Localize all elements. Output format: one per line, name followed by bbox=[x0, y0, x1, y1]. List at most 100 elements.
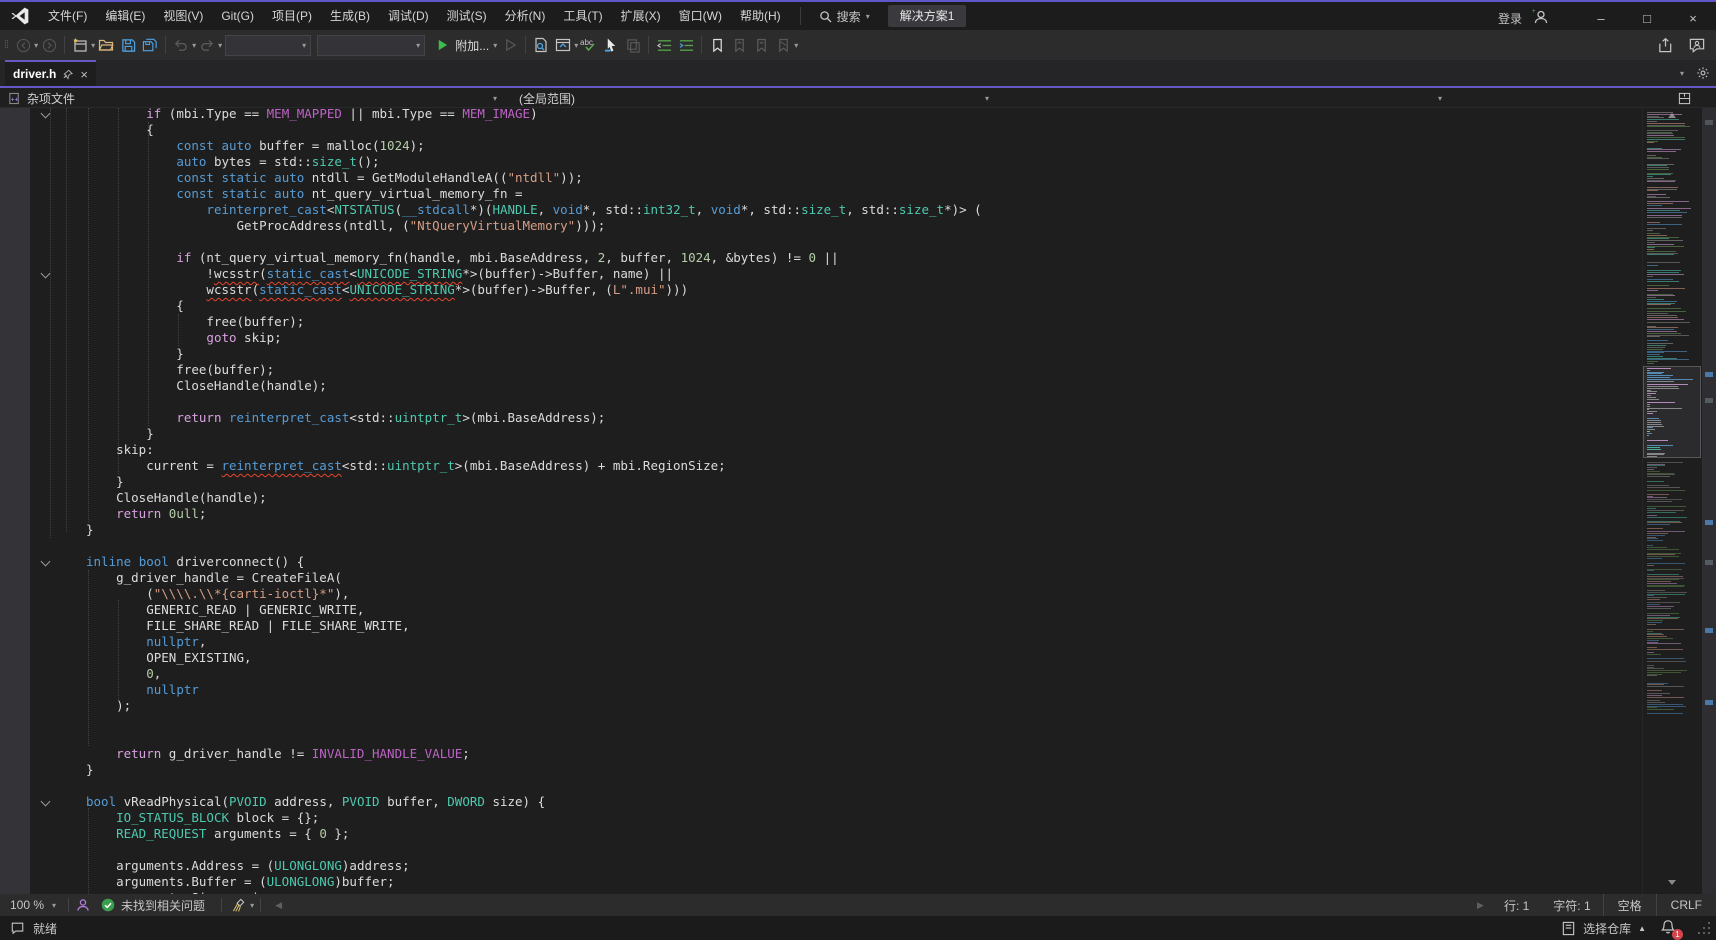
code-line bbox=[86, 394, 982, 410]
status-message-icon bbox=[10, 921, 25, 935]
code-content[interactable]: if (mbi.Type == MEM_MAPPED || mbi.Type =… bbox=[0, 108, 982, 894]
code-line bbox=[86, 714, 982, 730]
code-cleanup-caret-icon[interactable]: ▾ bbox=[250, 901, 254, 910]
bookmark-previous-icon[interactable] bbox=[728, 33, 750, 57]
menu-item-8[interactable]: 分析(N) bbox=[496, 5, 555, 27]
feedback-icon[interactable] bbox=[1688, 37, 1706, 54]
whitespace-mode-indicator[interactable]: 空格 bbox=[1603, 894, 1656, 916]
menu-item-3[interactable]: Git(G) bbox=[212, 5, 263, 27]
tab-close-icon[interactable]: × bbox=[80, 67, 88, 82]
annotation-mark[interactable] bbox=[1705, 372, 1713, 377]
repository-caret-up-icon: ▲ bbox=[1638, 924, 1646, 933]
bookmark-next-icon[interactable] bbox=[750, 33, 772, 57]
annotation-mark[interactable] bbox=[1705, 560, 1713, 565]
horizontal-scrollbar[interactable] bbox=[290, 894, 1469, 916]
document-options-gear-icon[interactable] bbox=[1696, 66, 1710, 80]
sign-in-button[interactable]: 登录 bbox=[1498, 10, 1522, 27]
code-line: current = reinterpret_cast<std::uintptr_… bbox=[86, 458, 982, 474]
selection-pointer-icon[interactable] bbox=[600, 33, 622, 57]
start-without-debug-icon[interactable] bbox=[499, 33, 521, 57]
menu-item-10[interactable]: 扩展(X) bbox=[612, 5, 670, 27]
save-icon[interactable] bbox=[117, 33, 139, 57]
copy-lines-icon[interactable] bbox=[622, 33, 644, 57]
start-debug-button[interactable]: 附加... ▾ bbox=[434, 33, 499, 57]
line-ending-indicator[interactable]: CRLF bbox=[1656, 894, 1716, 916]
annotation-mark[interactable] bbox=[1705, 700, 1713, 705]
spell-check-icon[interactable]: abc bbox=[578, 33, 600, 57]
zoom-selector[interactable]: 100 % ▾ bbox=[0, 894, 62, 916]
solution-config-combobox[interactable]: ▾ bbox=[225, 35, 311, 56]
document-health-indicator[interactable]: 未找到相关问题 bbox=[91, 897, 215, 914]
toolbar-separator bbox=[165, 36, 166, 54]
menu-item-1[interactable]: 编辑(E) bbox=[96, 5, 154, 27]
code-line: GENERIC_READ | GENERIC_WRITE, bbox=[86, 602, 982, 618]
hscroll-left-icon[interactable]: ◀ bbox=[267, 900, 290, 911]
share-icon[interactable] bbox=[1657, 37, 1674, 54]
solution-badge[interactable]: 解决方案1 bbox=[888, 5, 967, 27]
scroll-down-icon[interactable] bbox=[1668, 880, 1676, 885]
code-line: const static auto ntdll = GetModuleHandl… bbox=[86, 170, 982, 186]
minimap-scrollbar[interactable] bbox=[1642, 108, 1700, 894]
indent-decrease-icon[interactable] bbox=[653, 33, 675, 57]
cursor-column-indicator[interactable]: 字符: 1 bbox=[1541, 897, 1602, 914]
bookmark-clear-icon[interactable] bbox=[772, 33, 794, 57]
code-line: return g_driver_handle != INVALID_HANDLE… bbox=[86, 746, 982, 762]
code-editor[interactable]: if (mbi.Type == MEM_MAPPED || mbi.Type =… bbox=[0, 108, 1716, 894]
bookmark-toggle-icon[interactable] bbox=[706, 33, 728, 57]
toolbar-grip[interactable]: ⁞⁞ bbox=[4, 39, 8, 51]
minimap-viewport[interactable] bbox=[1643, 366, 1701, 458]
open-file-icon[interactable] bbox=[95, 33, 117, 57]
split-window-button[interactable] bbox=[1670, 90, 1716, 107]
pin-icon[interactable] bbox=[63, 69, 73, 80]
editor-window-icon[interactable] bbox=[552, 33, 574, 57]
navigate-back-icon[interactable] bbox=[12, 33, 34, 57]
close-button[interactable]: × bbox=[1670, 4, 1716, 32]
notification-badge: 1 bbox=[1672, 929, 1683, 940]
solution-platform-combobox[interactable]: ▾ bbox=[317, 35, 425, 56]
menu-item-5[interactable]: 生成(B) bbox=[321, 5, 379, 27]
annotation-mark[interactable] bbox=[1705, 120, 1713, 125]
code-line: ("\\\\.\\*{carti-ioctl}*"), bbox=[86, 586, 982, 602]
navigate-forward-icon[interactable] bbox=[38, 33, 60, 57]
presence-avatar-icon[interactable] bbox=[75, 897, 91, 913]
project-dropdown[interactable]: +​+ 杂项文件 ▾ bbox=[0, 90, 505, 107]
menu-item-12[interactable]: 帮助(H) bbox=[731, 5, 790, 27]
bookmark-caret-icon[interactable]: ▾ bbox=[794, 41, 798, 50]
annotation-margin[interactable] bbox=[1702, 108, 1716, 894]
indent-increase-icon[interactable] bbox=[675, 33, 697, 57]
code-line: nullptr, bbox=[86, 634, 982, 650]
menu-item-6[interactable]: 调试(D) bbox=[379, 5, 438, 27]
account-icon[interactable]: + bbox=[1532, 8, 1552, 28]
scope-dropdown[interactable]: (全局范围) ▾ bbox=[505, 90, 997, 107]
save-all-icon[interactable] bbox=[139, 33, 161, 57]
menu-item-4[interactable]: 项目(P) bbox=[263, 5, 321, 27]
search-box[interactable]: 搜索 ▾ bbox=[811, 5, 878, 27]
member-dropdown[interactable]: ▾ bbox=[997, 90, 1670, 107]
tab-list-caret-icon[interactable]: ▾ bbox=[1680, 69, 1684, 78]
minimize-button[interactable]: – bbox=[1578, 4, 1624, 32]
menu-item-11[interactable]: 窗口(W) bbox=[670, 5, 731, 27]
code-cleanup-broom-icon[interactable] bbox=[228, 893, 250, 917]
resize-grip[interactable] bbox=[1698, 922, 1710, 934]
cursor-line-indicator[interactable]: 行: 1 bbox=[1492, 897, 1541, 914]
code-line: arguments.Buffer = (ULONGLONG)buffer; bbox=[86, 874, 982, 890]
undo-icon[interactable] bbox=[170, 33, 192, 57]
menu-item-9[interactable]: 工具(T) bbox=[554, 5, 611, 27]
annotation-mark[interactable] bbox=[1705, 398, 1713, 403]
maximize-button[interactable]: □ bbox=[1624, 4, 1670, 32]
redo-icon[interactable] bbox=[196, 33, 218, 57]
menu-item-2[interactable]: 视图(V) bbox=[154, 5, 212, 27]
hscroll-right-icon[interactable]: ▶ bbox=[1469, 900, 1492, 911]
menu-item-0[interactable]: 文件(F) bbox=[39, 5, 96, 27]
redo-caret-icon[interactable]: ▾ bbox=[218, 41, 222, 50]
code-line: nullptr bbox=[86, 682, 982, 698]
annotation-mark[interactable] bbox=[1705, 520, 1713, 525]
menu-item-7[interactable]: 测试(S) bbox=[438, 5, 496, 27]
title-bar: 文件(F)编辑(E)视图(V)Git(G)项目(P)生成(B)调试(D)测试(S… bbox=[0, 0, 1716, 30]
select-repository-button[interactable]: 选择仓库 ▲ bbox=[1561, 920, 1646, 937]
tab-driver-h[interactable]: driver.h × bbox=[5, 60, 96, 86]
annotation-mark[interactable] bbox=[1705, 628, 1713, 633]
notifications-button[interactable]: 1 bbox=[1660, 919, 1678, 937]
find-in-files-icon[interactable] bbox=[530, 33, 552, 57]
new-project-icon[interactable] bbox=[69, 33, 91, 57]
